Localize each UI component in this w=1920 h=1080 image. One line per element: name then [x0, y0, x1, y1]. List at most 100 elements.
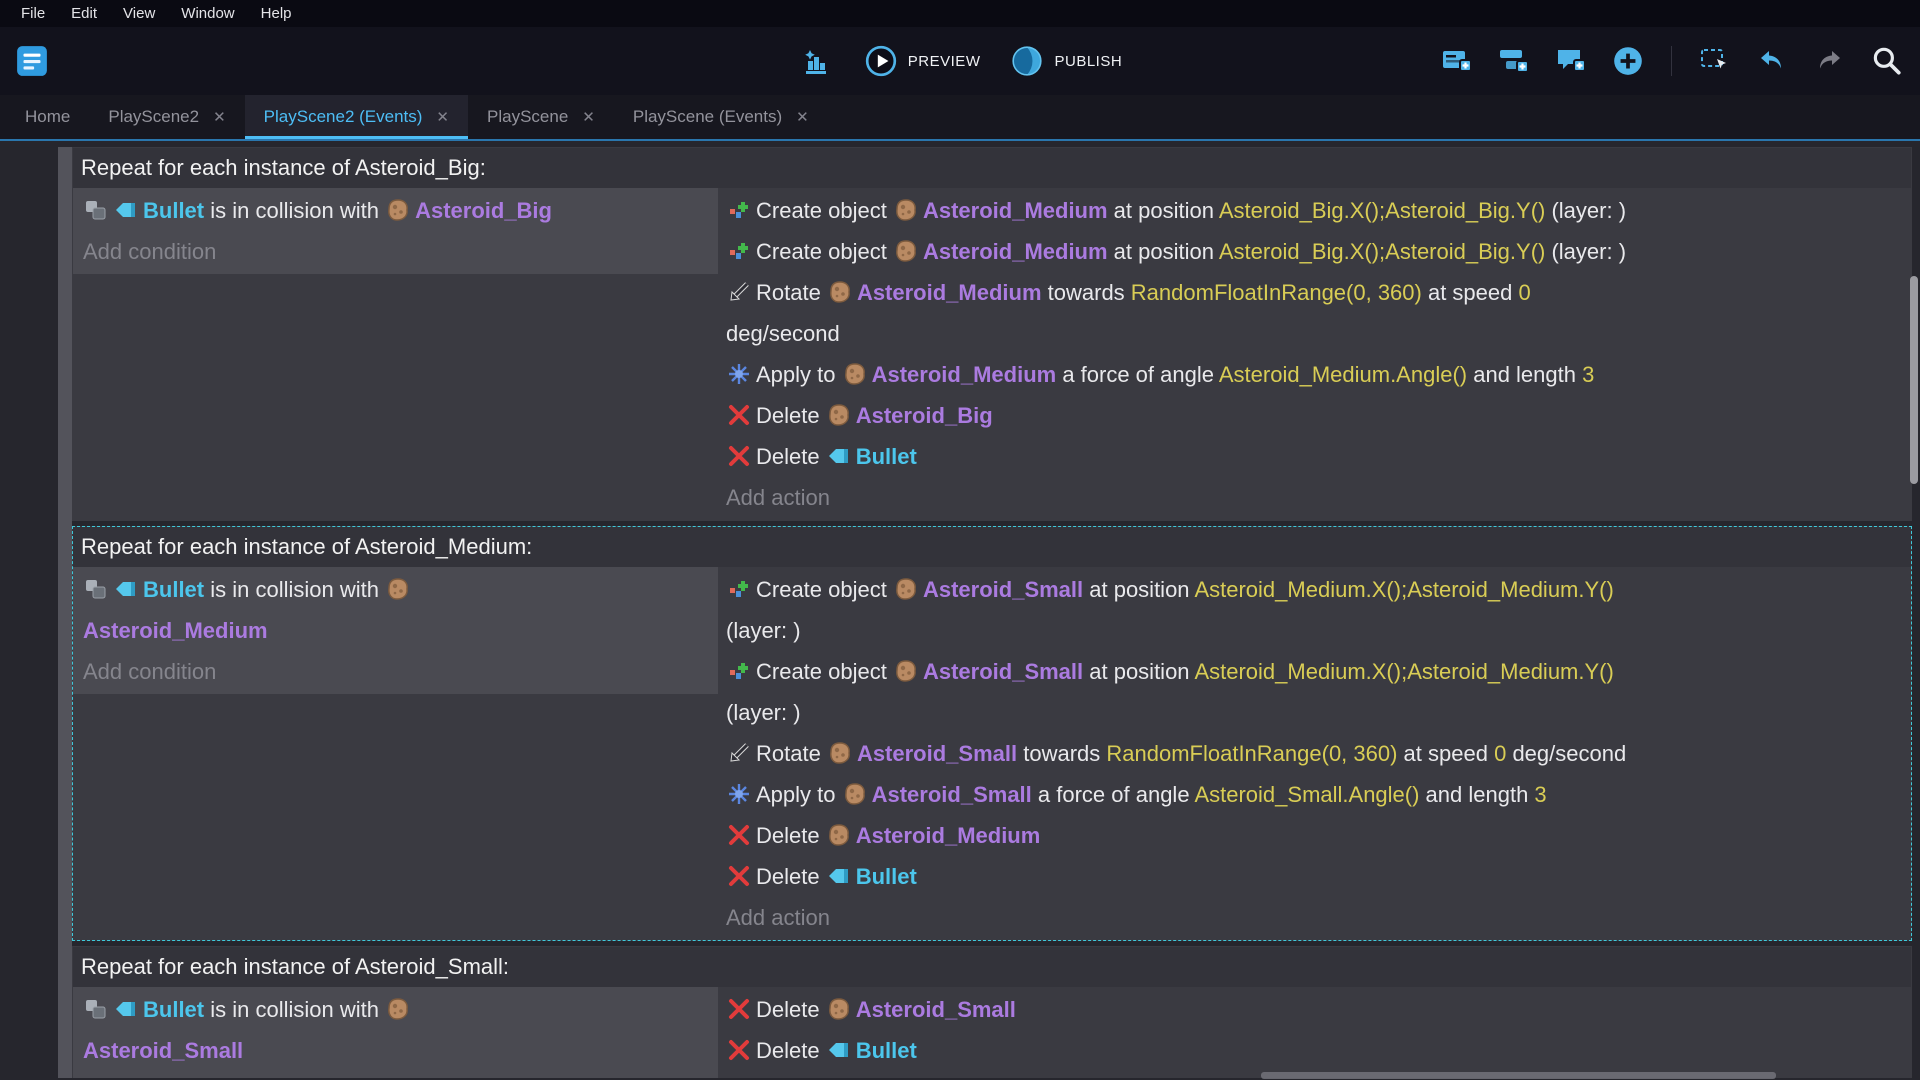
redo-icon	[1813, 45, 1845, 77]
project-manager-button[interactable]	[14, 43, 50, 79]
add-condition-button[interactable]: Add condition	[83, 651, 708, 692]
text-object-purple: Asteroid_Medium	[923, 239, 1108, 264]
menu-item-edit[interactable]: Edit	[58, 2, 110, 25]
tab-close-icon[interactable]: ✕	[796, 108, 809, 126]
horizontal-scrollbar[interactable]	[1261, 1072, 1776, 1079]
action-row[interactable]: Rotate Asteroid_Small towards RandomFloa…	[726, 733, 1901, 774]
action-row[interactable]: Delete Bullet	[726, 856, 1901, 897]
tab-playscene2[interactable]: PlayScene2✕	[89, 95, 244, 139]
selection-mode-button[interactable]	[1697, 43, 1733, 79]
add-condition-button[interactable]: Add condition	[83, 231, 708, 272]
text-plain: Create object	[756, 198, 893, 223]
text-plain: at position	[1108, 239, 1219, 264]
event-block-selected[interactable]: Repeat for each instance of Asteroid_Med…	[72, 526, 1912, 941]
tab-home[interactable]: Home	[6, 95, 89, 139]
asteroid-icon	[894, 239, 918, 263]
action-row[interactable]: Delete Asteroid_Small	[726, 989, 1901, 1030]
event-block[interactable]: Repeat for each instance of Asteroid_Sma…	[72, 946, 1912, 1078]
add-action-button[interactable]: Add action	[726, 897, 1901, 938]
add-comment-button[interactable]	[1553, 43, 1589, 79]
conditions-box: Bullet is in collision with Asteroid_Med…	[73, 567, 718, 694]
bullet-icon	[114, 198, 138, 222]
actions-column: Delete Asteroid_SmallDelete BulletAdd ac…	[718, 987, 1911, 1078]
tab-playscene[interactable]: PlayScene ✕	[468, 95, 614, 139]
build-button[interactable]	[798, 43, 834, 79]
menu-item-help[interactable]: Help	[248, 2, 305, 25]
redo-button[interactable]	[1811, 43, 1847, 79]
asteroid-icon	[386, 577, 410, 601]
text-object-purple: Asteroid_Small	[856, 997, 1016, 1022]
add-circle-button[interactable]	[1610, 43, 1646, 79]
conditions-column: Bullet is in collision with Asteroid_Med…	[73, 567, 718, 694]
force-icon	[727, 782, 751, 806]
menu-item-window[interactable]: Window	[168, 2, 247, 25]
text-expression: Asteroid_Big.X();Asteroid_Big.Y()	[1219, 198, 1545, 223]
add-condition-button[interactable]: Add condition	[83, 1071, 708, 1078]
asteroid-icon	[828, 741, 852, 765]
toolbar-center: PREVIEW PUBLISH	[798, 43, 1122, 79]
tab-playscene2-events[interactable]: PlayScene2 (Events)✕	[245, 95, 468, 139]
search-button[interactable]	[1868, 43, 1904, 79]
menu-item-file[interactable]: File	[8, 2, 58, 25]
text-plain: Delete	[756, 444, 826, 469]
action-row[interactable]: Create object Asteroid_Medium at positio…	[726, 231, 1901, 272]
create-icon	[727, 198, 751, 222]
event-repeat-header[interactable]: Repeat for each instance of Asteroid_Med…	[73, 527, 1911, 567]
action-row[interactable]: Apply to Asteroid_Medium a force of angl…	[726, 354, 1901, 395]
text-plain: a force of angle	[1056, 362, 1219, 387]
asteroid-icon	[894, 198, 918, 222]
action-row[interactable]: Delete Bullet	[726, 1030, 1901, 1071]
delete-icon	[727, 444, 751, 468]
action-row[interactable]: Delete Bullet	[726, 436, 1901, 477]
collision-icon	[84, 198, 108, 222]
events-list: Repeat for each instance of Asteroid_Big…	[72, 147, 1912, 1078]
action-row[interactable]: Create object Asteroid_Small at position…	[726, 569, 1901, 651]
create-icon	[727, 577, 751, 601]
text-object-blue: Bullet	[856, 1038, 917, 1063]
text-expression: RandomFloatInRange(0, 360)	[1106, 741, 1397, 766]
add-event-button[interactable]	[1439, 43, 1475, 79]
action-row[interactable]: Delete Asteroid_Medium	[726, 815, 1901, 856]
event-block[interactable]: Repeat for each instance of Asteroid_Big…	[72, 147, 1912, 521]
add-subevent-button[interactable]	[1496, 43, 1532, 79]
action-row[interactable]: Create object Asteroid_Medium at positio…	[726, 190, 1901, 231]
publish-button[interactable]: PUBLISH	[1010, 44, 1122, 78]
text-plain: Delete	[756, 1038, 826, 1063]
event-repeat-header[interactable]: Repeat for each instance of Asteroid_Sma…	[73, 947, 1911, 987]
events-gutter[interactable]	[58, 147, 72, 1078]
delete-icon	[727, 864, 751, 888]
condition-row[interactable]: Bullet is in collision with Asteroid_Sma…	[83, 989, 708, 1071]
tab-close-icon[interactable]: ✕	[436, 108, 449, 126]
tab-close-icon[interactable]: ✕	[582, 108, 595, 126]
text-expression: 0	[1494, 741, 1506, 766]
collision-icon	[84, 997, 108, 1021]
action-row[interactable]: Create object Asteroid_Small at position…	[726, 651, 1901, 733]
text-plain: Apply to	[756, 782, 842, 807]
add-action-button[interactable]: Add action	[726, 477, 1901, 518]
build-icon	[800, 45, 832, 77]
vertical-scrollbar[interactable]	[1910, 276, 1918, 484]
preview-button[interactable]: PREVIEW	[864, 44, 981, 78]
text-expression: Asteroid_Medium.X();Asteroid_Medium.Y()	[1194, 577, 1613, 602]
tab-playscene-events[interactable]: PlayScene (Events)✕	[614, 95, 828, 139]
conditions-box: Bullet is in collision with Asteroid_Big…	[73, 188, 718, 274]
text-object-purple: Asteroid_Big	[415, 198, 552, 223]
tab-close-icon[interactable]: ✕	[213, 108, 226, 126]
action-row[interactable]: Rotate Asteroid_Medium towards RandomFlo…	[726, 272, 1901, 354]
asteroid-icon	[843, 362, 867, 386]
event-repeat-header[interactable]: Repeat for each instance of Asteroid_Big…	[73, 148, 1911, 188]
asteroid-icon	[828, 280, 852, 304]
condition-row[interactable]: Bullet is in collision with Asteroid_Big	[83, 190, 708, 231]
undo-button[interactable]	[1754, 43, 1790, 79]
tab-label: Home	[25, 107, 70, 127]
condition-row[interactable]: Bullet is in collision with Asteroid_Med…	[83, 569, 708, 651]
menu-item-view[interactable]: View	[110, 2, 168, 25]
text-plain: Rotate	[756, 741, 827, 766]
event-body: Bullet is in collision with Asteroid_Med…	[73, 567, 1911, 940]
text-plain: at speed	[1397, 741, 1494, 766]
action-row[interactable]: Delete Asteroid_Big	[726, 395, 1901, 436]
tab-label: PlayScene	[487, 107, 568, 127]
events-sheet: Repeat for each instance of Asteroid_Big…	[0, 141, 1920, 1078]
text-expression: Asteroid_Medium.X();Asteroid_Medium.Y()	[1194, 659, 1613, 684]
action-row[interactable]: Apply to Asteroid_Small a force of angle…	[726, 774, 1901, 815]
